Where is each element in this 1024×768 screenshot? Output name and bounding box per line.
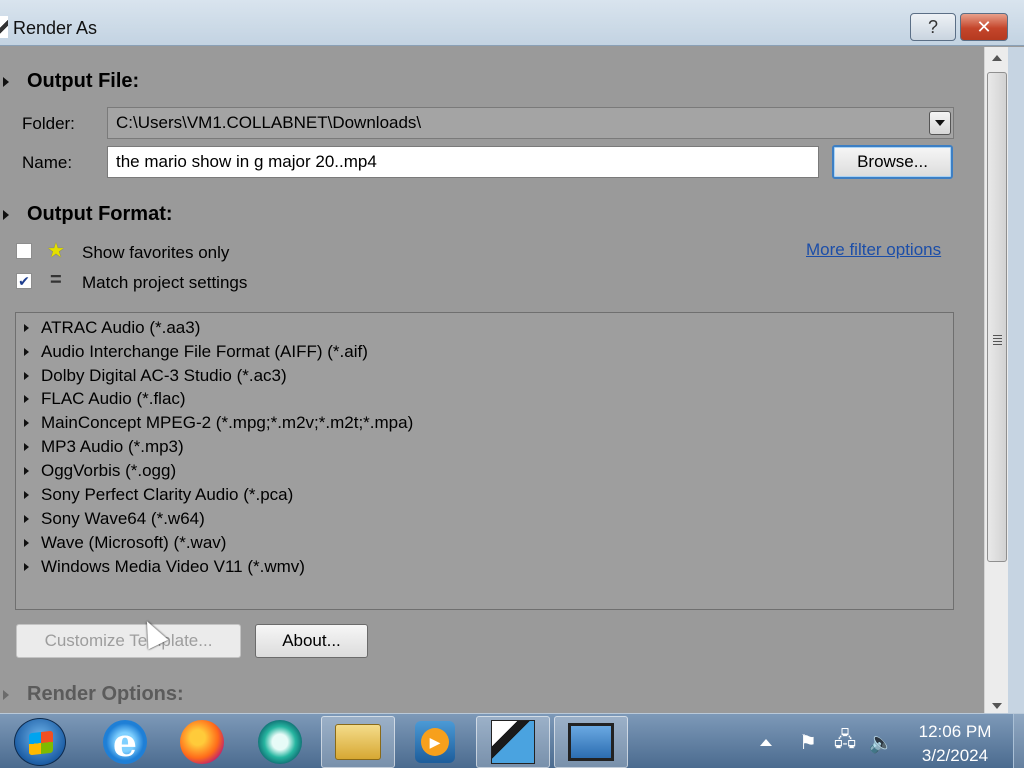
format-label: Audio Interchange File Format (AIFF) (*.… (41, 342, 368, 361)
expand-arrow-icon (24, 372, 29, 380)
expand-arrow-icon (24, 395, 29, 403)
system-clock[interactable]: 12:06 PM 3/2/2024 (905, 720, 1005, 768)
list-item[interactable]: FLAC Audio (*.flac) (24, 388, 186, 410)
taskbar-vegas[interactable] (476, 716, 550, 768)
expand-arrow-icon (24, 491, 29, 499)
expand-arrow-icon (24, 515, 29, 523)
format-label: MainConcept MPEG-2 (*.mpg;*.m2v;*.m2t;*.… (41, 413, 414, 432)
vegas-app-icon (0, 16, 8, 38)
browse-button[interactable]: Browse... (832, 145, 953, 179)
taskbar: e ▶ ⚑ 🖧 🔈 12:06 PM 3/2/2024 (0, 713, 1024, 768)
about-button[interactable]: About... (255, 624, 368, 658)
media-player-icon: ▶ (415, 721, 455, 763)
start-button[interactable] (14, 718, 66, 766)
window-title: Render As (13, 18, 98, 38)
close-button[interactable]: ✕ (960, 13, 1008, 41)
expand-arrow-icon (24, 419, 29, 427)
format-label: OggVorbis (*.ogg) (41, 461, 177, 480)
format-label: ATRAC Audio (*.aa3) (41, 318, 201, 337)
scrollbar-thumb[interactable] (987, 72, 1007, 562)
taskbar-remote-desktop[interactable] (554, 716, 628, 768)
network-icon[interactable]: 🖧 (834, 729, 856, 753)
format-label: Sony Perfect Clarity Audio (*.pca) (41, 485, 294, 504)
output-file-title: Output File: (27, 70, 140, 92)
list-item[interactable]: MainConcept MPEG-2 (*.mpg;*.m2v;*.m2t;*.… (24, 412, 413, 434)
expand-arrow-icon (24, 324, 29, 332)
list-item[interactable]: Sony Perfect Clarity Audio (*.pca) (24, 484, 293, 506)
format-label: Windows Media Video V11 (*.wmv) (41, 557, 305, 576)
scroll-down-arrow-icon[interactable] (992, 703, 1002, 709)
list-item[interactable]: Dolby Digital AC-3 Studio (*.ac3) (24, 365, 287, 387)
taskbar-media-player[interactable]: ▶ (398, 716, 472, 768)
format-label: MP3 Audio (*.mp3) (41, 437, 184, 456)
list-item[interactable]: Audio Interchange File Format (AIFF) (*.… (24, 341, 368, 363)
expand-arrow-icon (24, 563, 29, 571)
customize-template-button[interactable]: Customize Template... (16, 624, 241, 658)
show-favorites-checkbox[interactable] (16, 243, 32, 259)
expand-arrow-icon (24, 467, 29, 475)
match-project-label: Match project settings (82, 273, 248, 292)
output-file-section-header[interactable]: Output File: (0, 70, 139, 93)
format-label: Wave (Microsoft) (*.wav) (41, 533, 227, 552)
name-input[interactable]: the mario show in g major 20..mp4 (107, 146, 819, 178)
checkmark-icon: ✔ (18, 272, 30, 289)
list-item[interactable]: Sony Wave64 (*.w64) (24, 508, 205, 530)
match-project-checkbox[interactable]: ✔ (16, 273, 32, 289)
star-icon: ★ (47, 240, 65, 262)
chevron-down-icon[interactable] (929, 111, 951, 135)
taskbar-teams-meeting[interactable] (243, 716, 317, 768)
firefox-icon (180, 720, 224, 764)
scroll-up-arrow-icon[interactable] (992, 55, 1002, 61)
title-bar: Render As ? ✕ (0, 0, 1024, 46)
internet-explorer-icon: e (103, 720, 147, 765)
output-format-section-header[interactable]: Output Format: (0, 203, 173, 226)
show-desktop-button[interactable] (1013, 714, 1024, 768)
equals-icon: = (50, 269, 62, 291)
taskbar-internet-explorer[interactable]: e (88, 716, 162, 768)
remote-desktop-icon (568, 723, 614, 761)
render-options-title: Render Options: (27, 683, 184, 705)
action-center-flag-icon[interactable]: ⚑ (797, 731, 819, 754)
vegas-icon (491, 720, 535, 764)
show-hidden-icons-icon[interactable] (760, 739, 772, 746)
expand-arrow-icon (24, 443, 29, 451)
dialog-content: Output File: Folder: C:\Users\VM1.COLLAB… (0, 47, 984, 710)
list-item[interactable]: MP3 Audio (*.mp3) (24, 436, 184, 458)
expand-arrow-icon (3, 689, 9, 700)
expand-arrow-icon (24, 348, 29, 356)
output-format-title: Output Format: (27, 203, 173, 225)
window-frame-edge (1008, 47, 1024, 713)
list-item[interactable]: Windows Media Video V11 (*.wmv) (24, 556, 305, 578)
folder-icon (335, 724, 381, 760)
vertical-scrollbar[interactable] (984, 47, 1008, 713)
folder-label: Folder: (22, 114, 75, 133)
more-filter-options-link[interactable]: More filter options (806, 240, 941, 260)
windows-logo-icon (29, 730, 53, 756)
format-label: FLAC Audio (*.flac) (41, 389, 186, 408)
taskbar-firefox[interactable] (165, 716, 239, 768)
clock-date: 3/2/2024 (921, 746, 989, 765)
folder-value: C:\Users\VM1.COLLABNET\Downloads\ (116, 113, 422, 132)
format-label: Dolby Digital AC-3 Studio (*.ac3) (41, 366, 287, 385)
show-favorites-label: Show favorites only (82, 243, 230, 262)
expand-arrow-icon (3, 76, 9, 87)
expand-arrow-icon (3, 209, 9, 220)
name-label: Name: (22, 153, 73, 172)
folder-combobox[interactable]: C:\Users\VM1.COLLABNET\Downloads\ (107, 107, 954, 139)
grip-icon (993, 335, 1002, 345)
clock-time: 12:06 PM (918, 722, 992, 741)
volume-muted-icon[interactable]: 🔈 (869, 731, 894, 754)
taskbar-file-explorer[interactable] (321, 716, 395, 768)
list-item[interactable]: Wave (Microsoft) (*.wav) (24, 532, 226, 554)
format-label: Sony Wave64 (*.w64) (41, 509, 205, 528)
list-item[interactable]: ATRAC Audio (*.aa3) (24, 317, 200, 339)
render-options-section-header[interactable]: Render Options: (0, 683, 184, 706)
play-icon: ▶ (421, 728, 449, 756)
expand-arrow-icon (24, 539, 29, 547)
help-button[interactable]: ? (910, 13, 956, 41)
list-item[interactable]: OggVorbis (*.ogg) (24, 460, 176, 482)
format-list[interactable]: ATRAC Audio (*.aa3) Audio Interchange Fi… (15, 312, 954, 610)
app-circle-icon (258, 720, 302, 764)
